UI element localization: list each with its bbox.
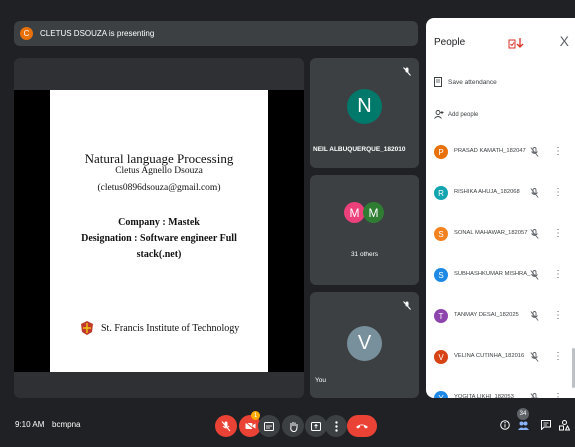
add-people-label: Add people bbox=[448, 111, 479, 118]
mic-off-icon[interactable] bbox=[530, 311, 539, 321]
participant-row[interactable]: P PRASAD KAMATH_182047 ⋮ bbox=[426, 138, 575, 168]
presenting-text: CLETUS DSOUZA is presenting bbox=[40, 29, 155, 38]
save-attendance-label: Save attendance bbox=[448, 78, 497, 86]
participant-name: SONAL MAHAWAR_182057 bbox=[454, 230, 528, 236]
participant-more-button[interactable]: ⋮ bbox=[553, 392, 563, 398]
raise-hand-button[interactable] bbox=[282, 415, 304, 437]
participant-avatar: T bbox=[434, 309, 448, 323]
participant-row[interactable]: S SONAL MAHAWAR_182057 ⋮ bbox=[426, 220, 575, 250]
mic-off-icon bbox=[403, 301, 411, 310]
camera-off-icon bbox=[244, 422, 255, 430]
participant-more-button[interactable]: ⋮ bbox=[553, 269, 563, 280]
participant-row[interactable]: T TANMAY DESAI_182025 ⋮ bbox=[426, 302, 575, 332]
presentation-slide: Natural language Processing Cletus Agnel… bbox=[50, 90, 268, 372]
end-call-button[interactable] bbox=[347, 415, 377, 437]
document-icon bbox=[434, 77, 442, 87]
present-button[interactable] bbox=[305, 415, 327, 437]
slide-designation-line1: Designation : Software engineer Full bbox=[81, 233, 237, 244]
participant-more-button[interactable]: ⋮ bbox=[553, 146, 563, 157]
participant-name-neil: NEIL ALBUQUERQUE_182010 bbox=[313, 146, 406, 153]
others-avatar-2: M bbox=[363, 202, 384, 223]
participant-avatar: R bbox=[434, 186, 448, 200]
meeting-code: bcmpna bbox=[52, 420, 81, 429]
close-panel-button[interactable]: X bbox=[560, 33, 569, 49]
participant-avatar-you: V bbox=[347, 326, 382, 361]
slide-institute: St. Francis Institute of Technology bbox=[101, 322, 240, 334]
mic-off-icon bbox=[403, 67, 411, 76]
mic-off-icon[interactable] bbox=[530, 393, 539, 398]
activities-icon[interactable] bbox=[559, 420, 570, 431]
participant-avatar: S bbox=[434, 227, 448, 241]
captions-icon bbox=[264, 421, 274, 431]
participant-row[interactable]: V VELINA CUTINHA_182016 ⋮ bbox=[426, 343, 575, 373]
mic-off-icon[interactable] bbox=[530, 188, 539, 198]
add-people-button[interactable]: Add people bbox=[434, 110, 478, 119]
others-count-label: 31 others bbox=[350, 251, 379, 258]
save-attendance-button[interactable]: Save attendance bbox=[434, 77, 497, 87]
meeting-details-icon[interactable] bbox=[500, 420, 510, 430]
participant-more-button[interactable]: ⋮ bbox=[553, 228, 563, 239]
participant-avatar: V bbox=[434, 350, 448, 364]
end-call-icon bbox=[356, 424, 368, 429]
more-vert-icon bbox=[334, 420, 338, 432]
slide-designation-line2: stack(.net) bbox=[136, 249, 182, 260]
institute-logo-icon bbox=[81, 321, 93, 335]
participant-tile-others[interactable]: M M 31 others bbox=[310, 175, 419, 285]
people-panel: People X Save attendance Add people P PRA… bbox=[426, 18, 575, 398]
participant-name: SUBHASHKUMAR MISHRA_... bbox=[454, 271, 536, 277]
mic-off-icon bbox=[221, 420, 231, 431]
presenter-avatar: C bbox=[20, 27, 33, 40]
mic-off-icon[interactable] bbox=[530, 352, 539, 362]
attendance-download-icon[interactable] bbox=[508, 37, 524, 49]
participant-name: TANMAY DESAI_182025 bbox=[454, 312, 519, 318]
presentation-stage[interactable]: Natural language Processing Cletus Agnel… bbox=[14, 58, 304, 398]
others-avatar-1: M bbox=[344, 202, 365, 223]
slide-author: Cletus Agnello Dsouza bbox=[115, 166, 203, 176]
participant-more-button[interactable]: ⋮ bbox=[553, 187, 563, 198]
meeting-time: 9:10 AM bbox=[15, 420, 45, 429]
slide-footer: St. Francis Institute of Technology bbox=[80, 320, 239, 336]
participant-avatar: S bbox=[434, 268, 448, 282]
people-panel-title: People bbox=[434, 37, 466, 48]
present-icon bbox=[311, 421, 321, 431]
participant-avatar: Y bbox=[434, 391, 448, 398]
participant-name: RISHIKA AHUJA_182068 bbox=[454, 189, 520, 195]
mic-off-icon[interactable] bbox=[530, 147, 539, 157]
participant-tile-neil[interactable]: N NEIL ALBUQUERQUE_182010 bbox=[310, 58, 419, 168]
slide-email: (cletus0896dsouza@gmail.com) bbox=[97, 183, 221, 193]
participant-name: PRASAD KAMATH_182047 bbox=[454, 148, 526, 154]
participant-row[interactable]: Y YOGITA LIKHI_182053 ⋮ bbox=[426, 384, 575, 398]
people-count-badge: 34 bbox=[517, 408, 529, 420]
slide-company: Company : Mastek bbox=[118, 217, 200, 228]
participant-row[interactable]: S SUBHASHKUMAR MISHRA_... ⋮ bbox=[426, 261, 575, 291]
mic-toggle-button[interactable] bbox=[215, 415, 237, 437]
participant-tile-you[interactable]: V You bbox=[310, 292, 419, 398]
more-options-button[interactable] bbox=[325, 415, 347, 437]
people-icon[interactable] bbox=[518, 421, 529, 430]
add-person-icon bbox=[434, 110, 444, 119]
notification-badge: 1 bbox=[251, 411, 260, 420]
participant-name: VELINA CUTINHA_182016 bbox=[454, 353, 525, 359]
mic-off-icon[interactable] bbox=[530, 229, 539, 239]
participant-name-you: You bbox=[315, 377, 326, 384]
participant-more-button[interactable]: ⋮ bbox=[553, 351, 563, 362]
participant-row[interactable]: R RISHIKA AHUJA_182068 ⋮ bbox=[426, 179, 575, 209]
chat-icon[interactable] bbox=[541, 420, 551, 430]
mic-off-icon[interactable] bbox=[530, 270, 539, 280]
slide-title: Natural language Processing bbox=[84, 151, 234, 166]
presenting-banner: C CLETUS DSOUZA is presenting bbox=[14, 21, 418, 46]
participant-name: YOGITA LIKHI_182053 bbox=[454, 394, 514, 398]
captions-button[interactable] bbox=[258, 415, 280, 437]
bottom-bar: 9:10 AM bcmpna 1 34 bbox=[0, 403, 575, 447]
raise-hand-icon bbox=[289, 421, 297, 432]
participant-avatar: P bbox=[434, 145, 448, 159]
participant-more-button[interactable]: ⋮ bbox=[553, 310, 563, 321]
participant-avatar-neil: N bbox=[347, 89, 382, 124]
